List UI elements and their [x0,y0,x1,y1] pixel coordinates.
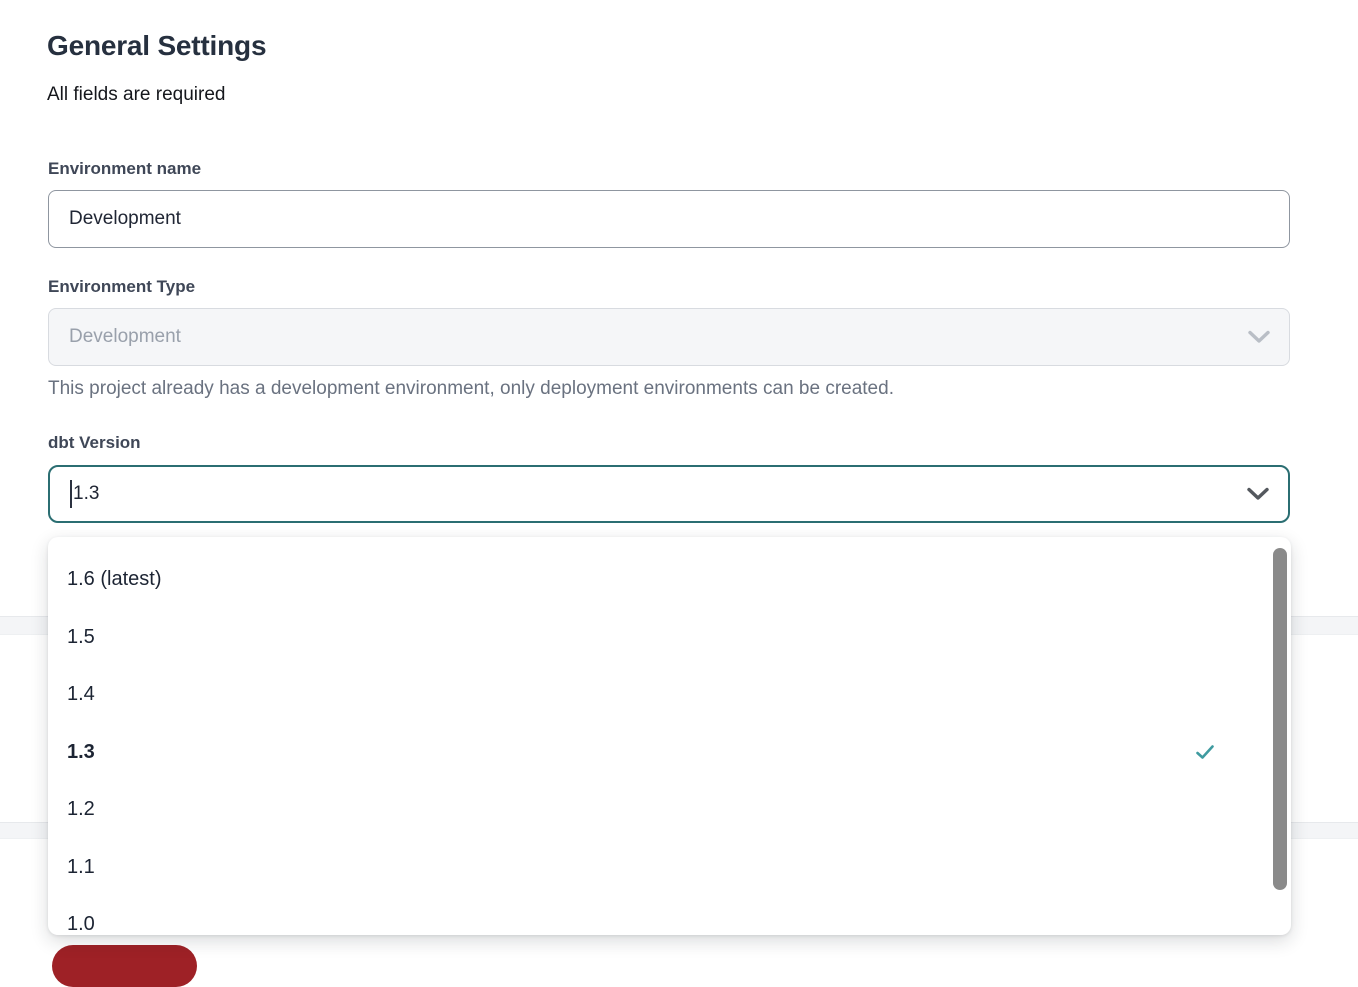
dbt-version-combobox[interactable]: 1.3 [48,465,1290,523]
dropdown-option[interactable]: 1.4 [48,666,1291,724]
chevron-down-icon[interactable] [1246,482,1270,506]
environment-name-label: Environment name [48,159,201,179]
settings-screen: General Settings All fields are required… [0,0,1358,952]
dropdown-option-label: 1.3 [67,741,95,764]
environment-type-label: Environment Type [48,277,195,297]
dropdown-option-label: 1.6 (latest) [67,568,161,591]
dropdown-option-label: 1.5 [67,626,95,649]
check-icon [1195,742,1215,762]
text-cursor [70,480,72,508]
dropdown-option[interactable]: 1.3 [48,724,1291,782]
environment-name-input[interactable] [48,190,1290,248]
chevron-down-icon [1247,325,1271,349]
dropdown-option[interactable]: 1.2 [48,781,1291,839]
dbt-version-label: dbt Version [48,433,141,453]
page-subtitle: All fields are required [47,84,225,106]
page-title: General Settings [47,30,266,62]
dropdown-option-label: 1.4 [67,683,95,706]
environment-type-select: Development [48,308,1290,366]
dbt-version-value: 1.3 [73,483,99,505]
environment-type-value: Development [69,326,181,348]
dropdown-option[interactable]: 1.1 [48,839,1291,897]
dropdown-option[interactable]: 1.6 (latest) [48,551,1291,609]
dbt-version-dropdown: 1.6 (latest) 1.5 1.4 1.3 1.2 1.1 1.0 [48,537,1291,935]
environment-type-helper: This project already has a development e… [48,378,894,400]
delete-button[interactable] [52,945,197,987]
dbt-version-listbox: 1.6 (latest) 1.5 1.4 1.3 1.2 1.1 1.0 [48,537,1291,935]
dropdown-option-label: 1.2 [67,798,95,821]
dropdown-option-label: 1.1 [67,856,95,879]
dropdown-option[interactable]: 1.0 [48,896,1291,935]
dropdown-scrollbar-thumb[interactable] [1273,548,1287,890]
dropdown-option-label: 1.0 [67,913,95,935]
dropdown-option[interactable]: 1.5 [48,609,1291,667]
